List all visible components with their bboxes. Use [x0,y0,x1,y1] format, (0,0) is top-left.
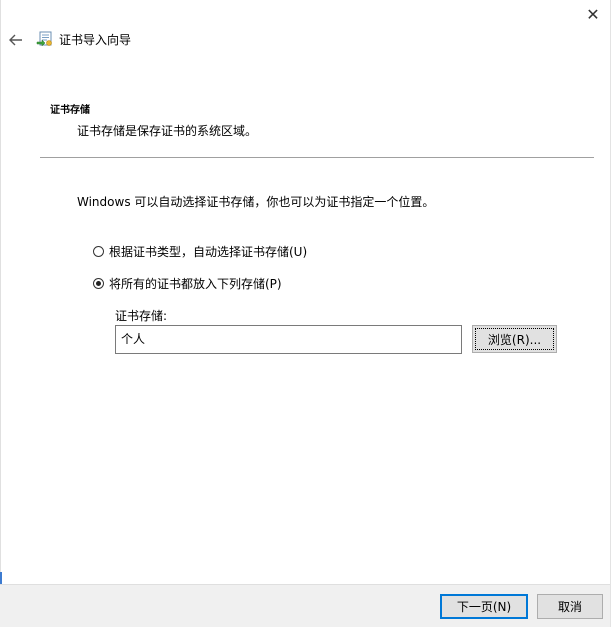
browse-button[interactable]: 浏览(R)... [472,325,557,353]
cancel-button-label: 取消 [557,600,582,614]
auto-select-radio[interactable] [93,246,104,257]
wizard-title: 证书导入向导 [59,33,132,47]
certificate-wizard-icon [36,31,52,47]
back-button[interactable] [4,28,28,52]
auto-select-store-option[interactable]: 根据证书类型，自动选择证书存储(U) [93,243,307,260]
section-description: 证书存储是保存证书的系统区域。 [77,124,258,138]
close-icon: ✕ [586,4,600,24]
certificate-store-input[interactable]: 个人 [115,325,462,354]
close-button[interactable]: ✕ [576,0,610,28]
back-arrow-icon [9,34,22,46]
store-field-label: 证书存储: [115,309,168,323]
auto-select-label: 根据证书类型，自动选择证书存储(U) [109,245,308,259]
section-heading: 证书存储 [50,105,90,116]
intro-text: Windows 可以自动选择证书存储，你也可以为证书指定一个位置。 [77,195,435,209]
manual-store-radio[interactable] [93,278,104,289]
manual-store-option[interactable]: 将所有的证书都放入下列存储(P) [93,275,282,292]
window-left-border [0,0,1,627]
next-button[interactable]: 下一页(N) [440,594,528,619]
certificate-import-wizard-window: ✕ 证书导入向导 证书存储 证书存储是保存证书的系统区域。 Windows 可以… [0,0,611,627]
next-button-label: 下一页(N) [456,600,512,614]
cancel-button[interactable]: 取消 [537,594,603,619]
header-divider [40,157,594,158]
title-bar: ✕ [0,0,610,30]
manual-store-label: 将所有的证书都放入下列存储(P) [109,277,282,291]
browse-button-label: 浏览(R)... [487,332,542,347]
